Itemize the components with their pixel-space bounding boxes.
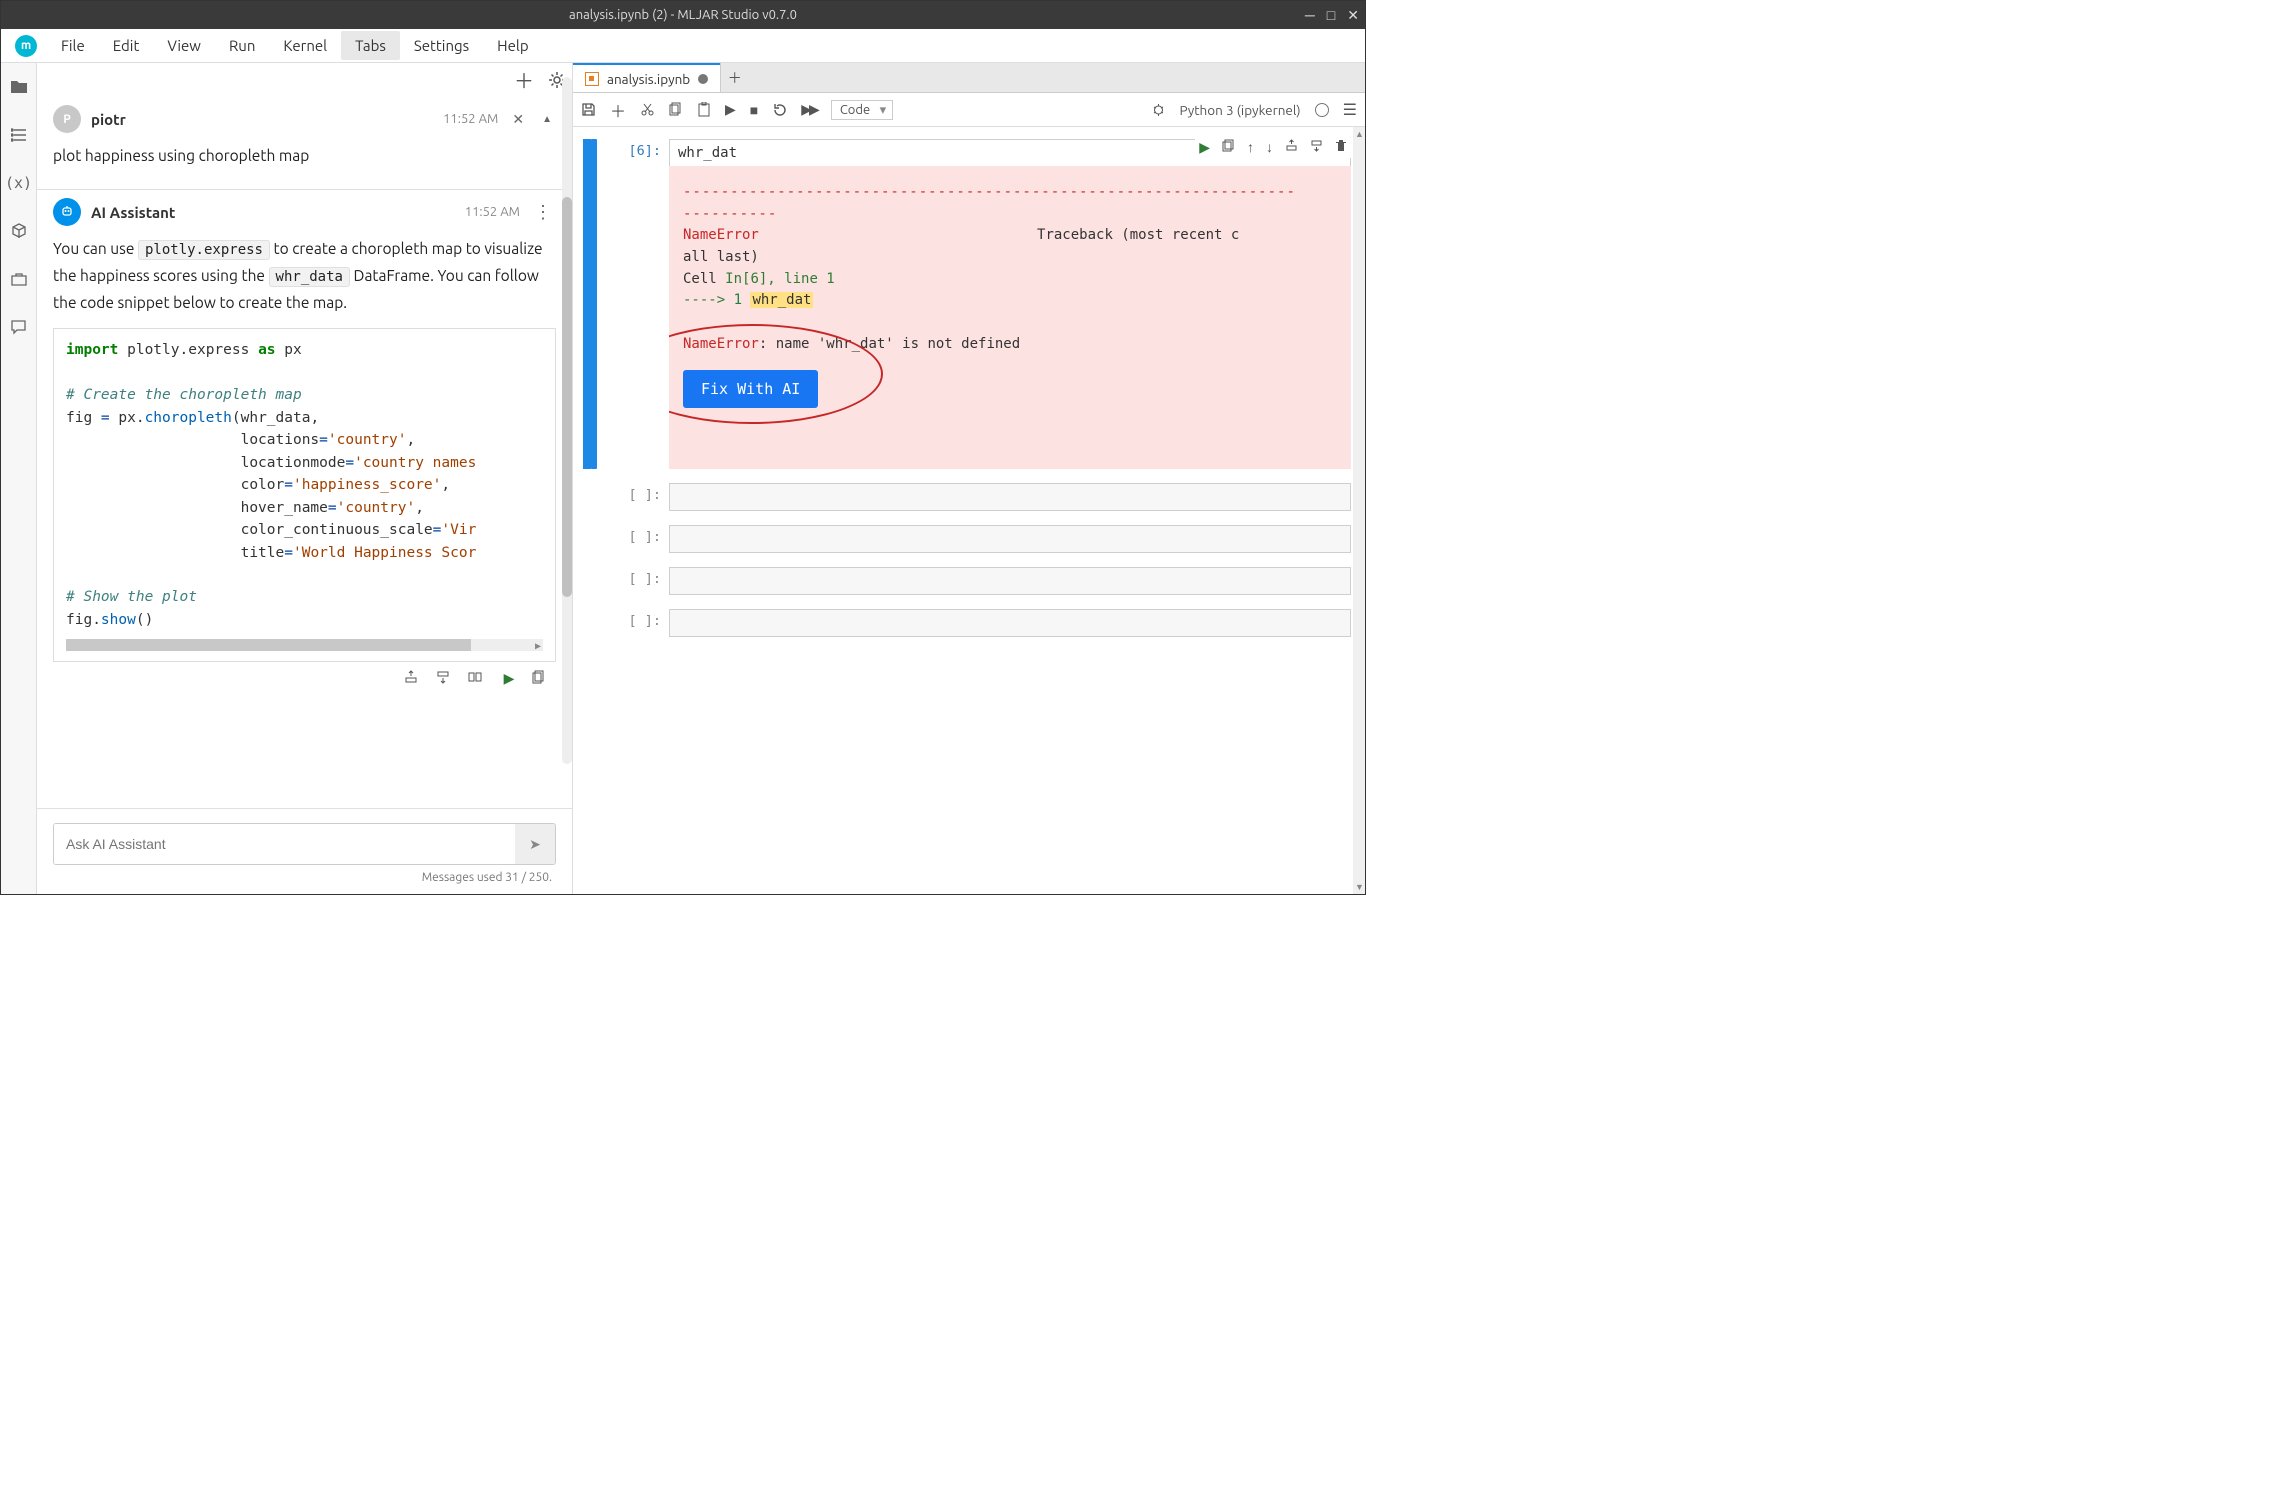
add-cell-icon[interactable]: ＋ (610, 98, 626, 122)
variables-icon[interactable]: (x) (9, 173, 29, 193)
maximize-icon[interactable]: □ (1327, 7, 1335, 24)
replace-icon[interactable] (468, 670, 486, 687)
chat-icon[interactable] (9, 317, 29, 337)
ai-msg-text: You can use plotly.express to create a c… (53, 236, 556, 316)
menu-settings[interactable]: Settings (400, 31, 483, 60)
window-titlebar: analysis.ipynb (2) - MLJAR Studio v0.7.0… (1, 1, 1365, 29)
cell-error-output: ----------------------------------------… (669, 166, 1351, 469)
menu-kernel[interactable]: Kernel (269, 31, 341, 60)
user-msg-text: plot happiness using choropleth map (53, 143, 556, 169)
empty-cell[interactable]: [ ]: (583, 609, 1351, 637)
notebook-scrollbar[interactable]: ▲ ▼ (1353, 127, 1365, 894)
cell-duplicate-icon[interactable] (1222, 139, 1235, 156)
paste-icon[interactable] (697, 102, 711, 117)
list-icon[interactable] (9, 125, 29, 145)
send-icon[interactable]: ➤ (515, 824, 555, 864)
minimize-icon[interactable]: ─ (1305, 7, 1315, 24)
chat-message-ai: AI Assistant 11:52 AM ⋮ You can use plot… (53, 190, 556, 705)
run-all-icon[interactable]: ▶▶ (801, 101, 817, 118)
user-avatar-icon: P (53, 105, 81, 133)
window-title: analysis.ipynb (2) - MLJAR Studio v0.7.0 (569, 8, 797, 22)
menu-file[interactable]: File (47, 31, 99, 60)
code-cell-6[interactable]: [6]: whr_dat ▶ ↑ ↓ (583, 139, 1351, 469)
insert-below-icon[interactable] (436, 670, 454, 687)
close-window-icon[interactable]: ✕ (1347, 7, 1359, 24)
ai-chat-panel: ＋ P piotr 11:52 AM ✕ ▲ plot happiness us… (37, 63, 573, 894)
cell-insert-above-icon[interactable] (1285, 139, 1298, 156)
chat-input-field[interactable] (54, 824, 515, 864)
ai-avatar-icon (53, 198, 81, 226)
cut-icon[interactable] (640, 102, 655, 117)
empty-cell[interactable]: [ ]: (583, 567, 1351, 595)
code-toolbar: ▶ (53, 662, 556, 691)
run-code-icon[interactable]: ▶ (500, 670, 518, 687)
cell-insert-below-icon[interactable] (1310, 139, 1323, 156)
copy-icon[interactable] (669, 102, 683, 117)
fix-with-ai-button[interactable]: Fix With AI (683, 370, 818, 408)
chat-input[interactable]: ➤ (53, 823, 556, 865)
user-name: piotr (91, 111, 126, 128)
cell-input[interactable] (669, 567, 1351, 595)
cell-input[interactable] (669, 483, 1351, 511)
empty-cell[interactable]: [ ]: (583, 525, 1351, 553)
inline-code: whr_data (269, 267, 350, 287)
inline-code: plotly.express (138, 240, 270, 260)
scroll-up-icon[interactable]: ▲ (538, 113, 556, 125)
cell-move-up-icon[interactable]: ↑ (1247, 139, 1254, 156)
notebook-tabbar: analysis.ipynb ＋ (573, 63, 1365, 93)
notebook-panel: analysis.ipynb ＋ ＋ ▶ ■ ▶▶ Code (573, 63, 1365, 894)
dismiss-msg-icon[interactable]: ✕ (508, 111, 528, 128)
add-tab-icon[interactable]: ＋ (720, 63, 748, 92)
debugger-icon[interactable] (1151, 102, 1166, 117)
cell-run-icon[interactable]: ▶ (1199, 139, 1210, 156)
cell-actions: ▶ ↑ ↓ (1195, 137, 1351, 158)
menu-help[interactable]: Help (483, 31, 542, 60)
chat-usage-status: Messages used 31 / 250. (53, 865, 556, 888)
briefcase-icon[interactable] (9, 269, 29, 289)
kernel-status-icon (1315, 103, 1329, 117)
ai-msg-time: 11:52 AM (465, 205, 520, 219)
code-snippet: import plotly.express as px # Create the… (53, 328, 556, 662)
notebook-tab-label: analysis.ipynb (607, 71, 690, 87)
empty-cell[interactable]: [ ]: (583, 483, 1351, 511)
menu-view[interactable]: View (153, 31, 215, 60)
unsaved-dot-icon (698, 74, 708, 84)
stop-icon[interactable]: ■ (750, 102, 758, 118)
notebook-tab[interactable]: analysis.ipynb (573, 63, 720, 92)
insert-above-icon[interactable] (404, 670, 422, 687)
nb-menu-icon[interactable]: ☰ (1343, 100, 1357, 119)
cube-icon[interactable] (9, 221, 29, 241)
save-icon[interactable] (581, 102, 596, 117)
cell-input[interactable] (669, 609, 1351, 637)
ai-msg-more-icon[interactable]: ⋮ (530, 202, 556, 223)
notebook-toolbar: ＋ ▶ ■ ▶▶ Code Python 3 (ipykernel) ☰ (573, 93, 1365, 127)
copy-code-icon[interactable] (532, 670, 550, 687)
new-chat-icon[interactable]: ＋ (514, 65, 534, 94)
chat-message-user: P piotr 11:52 AM ✕ ▲ plot happiness usin… (53, 97, 556, 183)
restart-icon[interactable] (772, 102, 787, 117)
user-msg-time: 11:52 AM (443, 112, 498, 126)
menubar: m File Edit View Run Kernel Tabs Setting… (1, 29, 1365, 63)
kernel-name[interactable]: Python 3 (ipykernel) (1180, 102, 1301, 118)
cell-delete-icon[interactable] (1335, 139, 1347, 156)
menu-run[interactable]: Run (215, 31, 269, 60)
menu-edit[interactable]: Edit (99, 31, 154, 60)
cell-move-down-icon[interactable]: ↓ (1266, 139, 1273, 156)
app-logo-icon: m (15, 35, 37, 57)
notebook-file-icon (585, 72, 599, 86)
cell-input[interactable] (669, 525, 1351, 553)
cell-prompt: [6]: (597, 139, 669, 469)
run-icon[interactable]: ▶ (725, 101, 736, 118)
folder-icon[interactable] (9, 77, 29, 97)
chat-scrollbar[interactable] (562, 77, 572, 764)
horizontal-scrollbar[interactable]: ◀▶ (66, 639, 543, 651)
menu-tabs[interactable]: Tabs (341, 31, 400, 60)
activity-bar: (x) (1, 63, 37, 894)
cell-type-select[interactable]: Code (831, 100, 893, 120)
ai-name: AI Assistant (91, 204, 175, 221)
